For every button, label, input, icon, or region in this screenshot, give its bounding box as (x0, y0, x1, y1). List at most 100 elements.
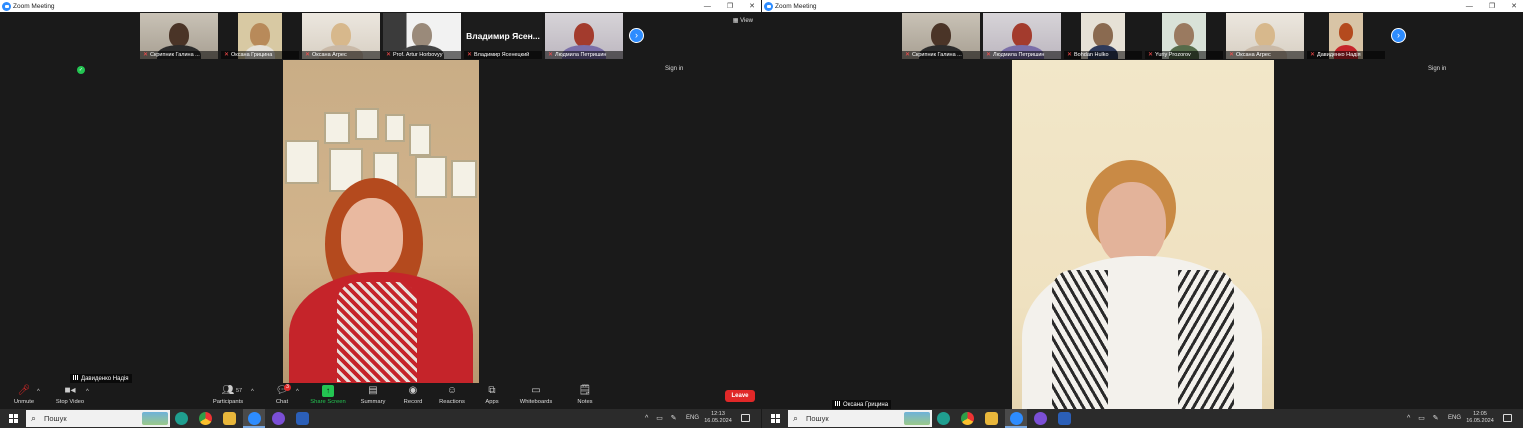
mic-muted-icon: ✕ (143, 52, 149, 58)
apps-button[interactable]: ⧉ Apps (470, 385, 514, 405)
close-icon[interactable]: ✕ (1511, 2, 1517, 10)
participant-name: Владимир Ясенецкий (474, 52, 530, 58)
apps-icon: ⧉ (488, 385, 496, 396)
whiteboards-label: Whiteboards (519, 399, 553, 405)
taskbar-search-input[interactable]: ⌕ Пошук (26, 410, 170, 427)
chat-button[interactable]: 💬︎ Chat (260, 385, 304, 405)
leave-button[interactable]: Leave (725, 390, 755, 402)
participant-tile[interactable]: ✕ Людмила Петришин (983, 13, 1061, 59)
mic-muted-icon: ✕ (1310, 52, 1316, 58)
input-language[interactable]: ENG (686, 415, 699, 421)
speaker-name-label: Оксана Грицина (832, 400, 892, 409)
edge-browser-icon[interactable] (937, 412, 950, 425)
summary-icon: ▤ (368, 385, 378, 396)
notifications-icon[interactable] (741, 414, 750, 422)
zoom-window-right: Zoom Meeting — ❐ ✕ ✕ Скрипник Галина ... … (762, 0, 1523, 428)
taskbar-clock[interactable]: 12:05 16.05.2024 (1465, 411, 1495, 425)
unmute-button[interactable]: 🎤︎ Unmute (2, 385, 46, 405)
participant-tile[interactable]: ✕ Скрипник Галина ... (140, 13, 218, 59)
participant-big-label: Владимир Ясен... (466, 31, 540, 41)
participant-tile[interactable]: ✕ Prof. Artur Horbovyy (383, 13, 461, 59)
notes-label: Notes (577, 399, 593, 405)
mic-muted-icon: ✕ (905, 52, 911, 58)
record-button[interactable]: ◉ Record (391, 385, 435, 405)
view-button[interactable]: ▦ View (733, 17, 753, 24)
participants-count: 57 (236, 388, 243, 394)
windows-start-icon[interactable] (771, 414, 780, 423)
viber-app-icon[interactable] (1034, 412, 1047, 425)
reactions-button[interactable]: ☺ Reactions (430, 385, 474, 405)
notifications-icon[interactable] (1503, 414, 1512, 422)
zoom-app-icon[interactable] (1010, 412, 1023, 425)
meeting-toolbar: 🎤︎ Unmute ^ ■◂ Stop Video ^ 👥︎ Participa… (0, 383, 761, 409)
participants-button[interactable]: 👥︎ Participants (206, 385, 250, 405)
window-titlebar: Zoom Meeting — ❐ ✕ (0, 0, 761, 12)
shield-icon[interactable]: ✓ (77, 66, 85, 74)
participant-tile[interactable]: ✕ Людмила Петришин (545, 13, 623, 59)
close-icon[interactable]: ✕ (749, 2, 755, 10)
word-app-icon[interactable] (1058, 412, 1071, 425)
file-explorer-icon[interactable] (223, 412, 236, 425)
record-icon: ◉ (408, 385, 418, 396)
zoom-window-left: Zoom Meeting — ❐ ✕ ✕ Скрипник Галина ... … (0, 0, 761, 428)
system-tray-icons[interactable]: ^ ▭ ✎ (645, 414, 680, 422)
edge-browser-icon[interactable] (175, 412, 188, 425)
participant-tile[interactable]: ✕ Давиденко Надія (1307, 13, 1385, 59)
participant-tile[interactable]: ✕ Оксана Агрес (1226, 13, 1304, 59)
sign-in-link[interactable]: Sign in (1428, 66, 1446, 72)
chrome-browser-icon[interactable] (199, 412, 212, 425)
taskbar-search-input[interactable]: ⌕ Пошук (788, 410, 932, 427)
window-title: Zoom Meeting (13, 2, 55, 10)
clock-date: 16.05.2024 (704, 418, 732, 424)
stop-video-button[interactable]: ■◂ Stop Video (48, 385, 92, 405)
unmute-label: Unmute (13, 399, 35, 405)
zoom-app-icon[interactable] (248, 412, 261, 425)
system-tray-icons[interactable]: ^ ▭ ✎ (1407, 414, 1442, 422)
minimize-icon[interactable]: — (704, 3, 711, 10)
word-app-icon[interactable] (296, 412, 309, 425)
notes-button[interactable]: 🗒︎ Notes (563, 385, 607, 405)
video-options-caret[interactable]: ^ (86, 389, 89, 395)
participant-tile[interactable]: ✕ Bohdan Hulko (1064, 13, 1142, 59)
participant-name: Оксана Агрес (312, 52, 347, 58)
mic-muted-icon: ✕ (224, 52, 230, 58)
reactions-label: Reactions (439, 399, 465, 405)
summary-button[interactable]: ▤ Summary (351, 385, 395, 405)
search-placeholder: Пошук (44, 414, 67, 423)
zoom-logo-icon (764, 1, 773, 11)
participant-tile[interactable]: ✕ Оксана Грицина (221, 13, 299, 59)
participant-name: Оксана Грицина (231, 52, 273, 58)
signal-icon (835, 401, 841, 406)
input-language[interactable]: ENG (1448, 415, 1461, 421)
minimize-icon[interactable]: — (1466, 3, 1473, 10)
windows-start-icon[interactable] (9, 414, 18, 423)
participant-tile[interactable]: Владимир Ясен... ✕ Владимир Ясенецкий (464, 13, 542, 59)
participant-tile[interactable]: ✕ Скрипник Галина ... (902, 13, 980, 59)
viber-app-icon[interactable] (272, 412, 285, 425)
chrome-browser-icon[interactable] (961, 412, 974, 425)
audio-options-caret[interactable]: ^ (37, 389, 40, 395)
mic-muted-icon: ✕ (305, 52, 311, 58)
windows-taskbar: ⌕ Пошук ^ ▭ ✎ ENG 12:13 16.05.2024 (0, 409, 761, 428)
share-screen-button[interactable]: ↑ Share Screen (306, 385, 350, 405)
search-icon: ⌕ (793, 413, 799, 423)
participant-name: Скрипник Галина ... (912, 52, 962, 58)
search-highlight-image (904, 412, 930, 425)
restore-icon[interactable]: ❐ (727, 2, 733, 10)
participant-name: Prof. Artur Horbovyy (393, 52, 443, 58)
sign-in-link[interactable]: Sign in (665, 66, 683, 72)
restore-icon[interactable]: ❐ (1489, 2, 1495, 10)
file-explorer-icon[interactable] (985, 412, 998, 425)
taskbar-clock[interactable]: 12:13 16.05.2024 (703, 411, 733, 425)
participants-options-caret[interactable]: ^ (251, 389, 254, 395)
whiteboards-button[interactable]: ▭ Whiteboards (514, 385, 558, 405)
participant-tile[interactable]: ✕ Оксана Агрес (302, 13, 380, 59)
next-page-icon[interactable]: › (629, 28, 644, 43)
notes-icon: 🗒︎ (578, 385, 592, 396)
participant-tile[interactable]: ✕ Yuriy Prozorov (1145, 13, 1223, 59)
chat-options-caret[interactable]: ^ (296, 389, 299, 395)
summary-label: Summary (360, 399, 386, 405)
next-page-icon[interactable]: › (1391, 28, 1406, 43)
participant-name: Людмила Петришин (993, 52, 1045, 58)
participant-gallery: ✕ Скрипник Галина ... ✕ Оксана Грицина ✕ Ок… (140, 13, 623, 59)
